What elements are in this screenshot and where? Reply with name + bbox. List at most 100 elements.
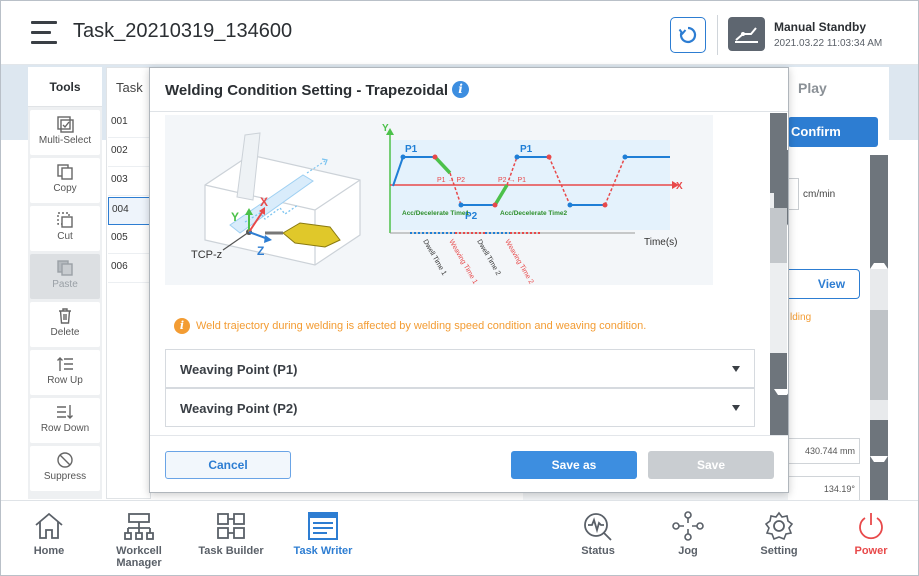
right-panel-scrollbar[interactable]	[870, 155, 888, 534]
chevron-down-icon	[732, 366, 740, 372]
nav-status[interactable]: Status	[577, 511, 619, 557]
paste-icon	[57, 260, 73, 276]
task-title: Task_20210319_134600	[73, 20, 293, 42]
transition-label-p2-p1: P2 → P1	[498, 177, 526, 184]
chevron-down-icon	[732, 405, 740, 411]
nav-label: Setting	[760, 545, 798, 557]
nav-task-writer[interactable]: Task Writer	[291, 511, 355, 557]
delete-button[interactable]: Delete	[30, 302, 100, 347]
point-label-p1-first: P1	[405, 144, 418, 155]
warning-info-icon: i	[174, 318, 190, 334]
paste-button[interactable]: Paste	[30, 254, 100, 299]
weaving-time2-label: Weaving Time 2	[503, 239, 534, 286]
home-icon	[35, 512, 63, 539]
transition-label-p1-p2: P1 → P2	[437, 177, 465, 184]
tool-label: Row Up	[47, 375, 83, 386]
nav-setting[interactable]: Setting	[757, 511, 801, 557]
task-step-row[interactable]: 005	[108, 226, 150, 254]
notice-text: Weld trajectory during welding is affect…	[196, 319, 647, 332]
axis-label-x: X	[260, 195, 268, 209]
row-down-button[interactable]: Row Down	[30, 398, 100, 443]
dialog-scrollbar[interactable]	[770, 113, 788, 471]
task-step-row-selected[interactable]: 004	[108, 197, 150, 225]
bottom-navigation: Home Workcell Manager Task Builder Task …	[1, 500, 918, 575]
multi-select-button[interactable]: Multi-Select	[30, 110, 100, 155]
welding-condition-dialog: Welding Condition Setting - Trapezoidal …	[149, 67, 789, 493]
refresh-icon	[678, 26, 697, 44]
speed-input[interactable]	[788, 178, 799, 210]
nav-jog[interactable]: Jog	[668, 511, 708, 557]
view-button[interactable]: View	[788, 269, 860, 299]
axis-label-graph-y: Y	[382, 123, 389, 134]
dialog-title: Welding Condition Setting - Trapezoidal	[165, 82, 449, 99]
refresh-button[interactable]	[670, 17, 706, 53]
hamburger-menu-icon[interactable]	[31, 21, 57, 45]
nav-label: Status	[581, 545, 615, 557]
axis-label-z: Z	[257, 244, 264, 258]
tool-label: Copy	[53, 183, 77, 194]
tool-label: Row Down	[40, 423, 90, 434]
task-step-row[interactable]: 002	[108, 139, 150, 167]
weld-joint-illustration	[204, 132, 361, 266]
dialog-body: Y X Z TCP-z Y X P1 P1 P2 P1 → P2 P2 → P1…	[150, 113, 788, 435]
weaving-timing-graph	[386, 128, 679, 234]
tab-play[interactable]: Play	[798, 80, 827, 96]
task-step-row[interactable]: 003	[108, 168, 150, 196]
acc-time1-label: Acc/Decelerate Time1	[402, 210, 469, 217]
suppress-icon	[57, 452, 73, 468]
info-icon[interactable]: i	[452, 81, 469, 98]
jog-icon	[672, 511, 704, 541]
position-value-field[interactable]: 430.744 mm	[788, 438, 860, 464]
suppress-button[interactable]: Suppress	[30, 446, 100, 491]
cancel-button[interactable]: Cancel	[165, 451, 291, 479]
save-as-button[interactable]: Save as	[511, 451, 637, 479]
tool-label: Paste	[52, 279, 78, 290]
nav-label: Task Builder	[198, 545, 264, 557]
dialog-footer: Cancel Save as Save	[150, 435, 788, 492]
scroll-up-button[interactable]	[870, 155, 888, 269]
scroll-thumb[interactable]	[870, 310, 888, 400]
gear-icon	[764, 511, 794, 541]
tools-panel: Tools Multi-Select Copy Cut Paste Delete…	[28, 67, 102, 499]
caret-up-icon	[870, 191, 888, 269]
nav-home[interactable]: Home	[29, 511, 69, 557]
tcp-label: TCP-z	[191, 249, 222, 261]
task-steps-header: Task	[116, 80, 143, 95]
nav-workcell-manager[interactable]: Workcell Manager	[93, 511, 185, 569]
nav-label: Home	[33, 545, 65, 557]
weaving-point-p2-section[interactable]: Weaving Point (P2)	[165, 388, 755, 427]
nav-label: Power	[854, 545, 888, 557]
row-up-icon	[57, 357, 73, 371]
confirm-button[interactable]: Confirm	[788, 117, 878, 147]
tool-label: Cut	[57, 231, 73, 242]
multi-select-icon	[57, 116, 74, 133]
task-builder-icon	[217, 513, 245, 539]
task-step-row[interactable]: 006	[108, 255, 150, 283]
nav-power[interactable]: Power	[851, 511, 891, 557]
power-icon	[859, 513, 883, 540]
status-icon	[584, 513, 612, 541]
scroll-down-button[interactable]	[870, 420, 888, 534]
row-up-button[interactable]: Row Up	[30, 350, 100, 395]
angle-value-field[interactable]: 134.19°	[788, 476, 860, 502]
nav-label: Task Writer	[293, 545, 353, 557]
cut-button[interactable]: Cut	[30, 206, 100, 251]
save-button[interactable]: Save	[648, 451, 774, 479]
robot-status-icon[interactable]	[728, 17, 765, 51]
task-step-row[interactable]: 001	[108, 110, 150, 138]
weaving-point-p1-section[interactable]: Weaving Point (P1)	[165, 349, 755, 388]
scroll-down-button[interactable]	[770, 353, 788, 471]
section-label: Weaving Point (P1)	[180, 362, 298, 377]
weaving-time1-label: Weaving Time 1	[447, 239, 478, 286]
scroll-thumb[interactable]	[770, 208, 787, 263]
dwell-time1-label: Dwell Time 1	[421, 239, 447, 277]
point-label-p1-second: P1	[520, 144, 533, 155]
nav-label: Workcell Manager	[116, 545, 162, 569]
nav-task-builder[interactable]: Task Builder	[198, 511, 264, 557]
copy-button[interactable]: Copy	[30, 158, 100, 203]
axis-label-graph-x: X	[676, 181, 683, 192]
scroll-up-button[interactable]	[770, 113, 788, 230]
tool-label: Delete	[50, 327, 80, 338]
trash-icon	[59, 308, 71, 324]
trajectory-notice: i Weld trajectory during welding is affec…	[174, 318, 646, 334]
